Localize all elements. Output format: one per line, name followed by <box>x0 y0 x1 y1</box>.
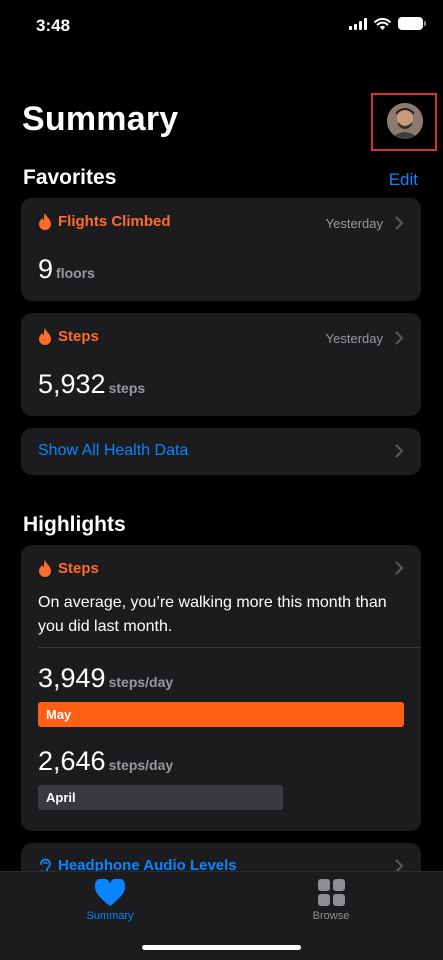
cellular-signal-icon <box>349 17 367 30</box>
show-all-health-data-button[interactable]: Show All Health Data <box>21 428 421 475</box>
card-date: Yesterday <box>325 331 383 346</box>
heart-icon <box>95 879 125 906</box>
tab-browse[interactable]: Browse <box>291 879 371 922</box>
metric-unit: steps/day <box>108 757 174 773</box>
wifi-icon <box>374 17 391 30</box>
edit-button[interactable]: Edit <box>389 170 418 190</box>
metric-value: 2,646 <box>38 746 106 776</box>
divider <box>38 647 421 648</box>
home-indicator[interactable] <box>142 945 301 950</box>
current-month-bar: May <box>38 702 404 727</box>
previous-month-bar: April <box>38 785 283 810</box>
metric-value: 3,949 <box>38 663 106 693</box>
bar-label: April <box>46 790 76 805</box>
flame-icon <box>39 560 51 577</box>
metric: 5,932 steps <box>38 369 145 400</box>
chevron-right-icon <box>395 331 404 345</box>
favorites-title: Favorites <box>23 166 117 189</box>
chevron-right-icon <box>395 444 404 458</box>
flame-icon <box>39 328 51 345</box>
metric: 9 floors <box>38 254 95 285</box>
bar-label: May <box>46 707 72 722</box>
steps-highlight-card[interactable]: Steps On average, you’re walking more th… <box>21 545 421 831</box>
highlight-text: On average, you’re walking more this mon… <box>38 594 387 635</box>
chevron-right-icon <box>395 561 404 575</box>
highlights-title: Highlights <box>23 513 126 536</box>
card-title: Steps <box>58 560 99 577</box>
avatar[interactable] <box>387 103 423 139</box>
flights-climbed-card[interactable]: Flights Climbed Yesterday 9 floors <box>21 198 421 301</box>
flame-icon <box>39 213 51 230</box>
metric-value: 5,932 <box>38 369 106 399</box>
card-title: Flights Climbed <box>58 213 171 230</box>
steps-card[interactable]: Steps Yesterday 5,932 steps <box>21 313 421 416</box>
page-title: Summary <box>22 100 179 138</box>
status-bar: 3:48 <box>0 0 443 52</box>
tab-label: Summary <box>86 910 134 922</box>
card-date: Yesterday <box>325 216 383 231</box>
current-metric: 3,949 steps/day <box>38 663 173 694</box>
metric-value: 9 <box>38 254 54 284</box>
grid-icon <box>317 879 345 906</box>
previous-metric: 2,646 steps/day <box>38 746 173 777</box>
chevron-right-icon <box>395 216 404 230</box>
metric-unit: steps <box>108 380 146 396</box>
metric-unit: steps/day <box>108 674 174 690</box>
card-title: Steps <box>58 328 99 345</box>
profile-button[interactable] <box>371 93 437 151</box>
status-icons <box>349 17 426 30</box>
battery-icon <box>398 17 426 30</box>
status-time: 3:48 <box>36 16 71 35</box>
show-all-label: Show All Health Data <box>38 442 189 459</box>
tab-summary[interactable]: Summary <box>70 879 150 922</box>
tab-label: Browse <box>312 910 350 922</box>
metric-unit: floors <box>56 265 95 281</box>
